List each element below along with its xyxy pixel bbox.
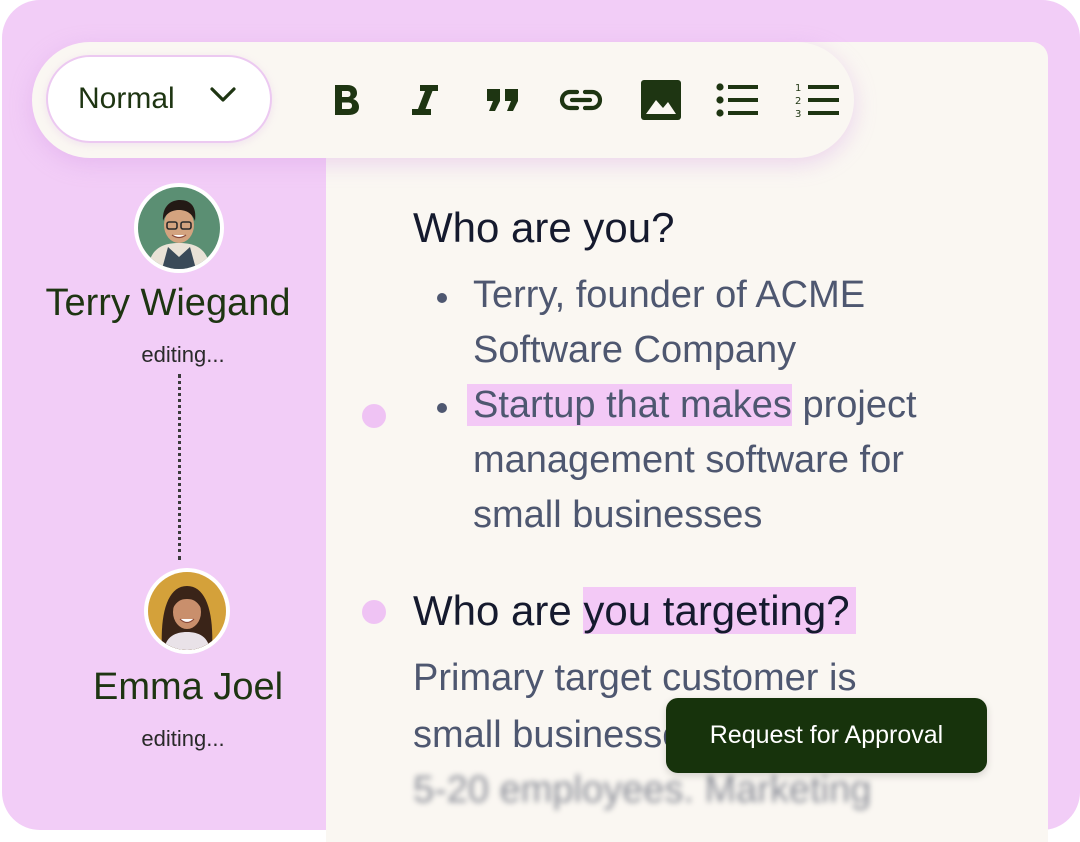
quote-icon — [486, 87, 520, 113]
collaborator-highlight: you targeting? — [583, 587, 856, 634]
bullet-line[interactable]: small businesses — [473, 488, 762, 543]
bullet-line[interactable]: management software for — [473, 433, 904, 488]
paragraph-line[interactable]: small businesses — [413, 708, 702, 763]
italic-button[interactable] — [400, 75, 450, 125]
bullet-text: project — [791, 384, 917, 426]
text-style-value: Normal — [78, 82, 175, 115]
section-heading[interactable]: Who are you? — [413, 204, 674, 252]
svg-text:1: 1 — [795, 83, 801, 94]
formatting-toolbar: Normal 1 2 3 — [32, 42, 854, 158]
svg-text:2: 2 — [795, 96, 801, 107]
link-icon — [559, 88, 603, 112]
bullet-marker — [437, 403, 447, 413]
bold-icon — [331, 83, 361, 117]
chevron-down-icon — [210, 87, 236, 108]
svg-text:3: 3 — [795, 109, 801, 118]
avatar-terry — [134, 183, 224, 273]
section-heading[interactable]: Who are you targeting? — [413, 587, 856, 635]
bullet-line[interactable]: Startup that makes project — [467, 378, 917, 433]
quote-button[interactable] — [478, 75, 528, 125]
italic-icon — [410, 83, 440, 117]
avatar-emma — [144, 568, 230, 654]
numbered-list-button[interactable]: 1 2 3 — [794, 75, 840, 125]
collaborator-cursor-marker — [362, 404, 386, 428]
collaborator-name: Emma Joel — [92, 666, 284, 708]
bulleted-list-button[interactable] — [714, 75, 760, 125]
collaborator-status: editing... — [141, 342, 225, 367]
text-style-select[interactable]: Normal — [46, 55, 272, 143]
numbered-list-icon: 1 2 3 — [795, 82, 839, 118]
bullet-line[interactable]: Software Company — [473, 323, 796, 378]
request-approval-button[interactable]: Request for Approval — [666, 698, 987, 773]
bold-button[interactable] — [321, 75, 371, 125]
bulleted-list-icon — [716, 83, 758, 117]
collaborator-name: Terry Wiegand — [45, 282, 291, 324]
image-icon — [641, 80, 681, 120]
bullet-line[interactable]: Terry, founder of ACME — [473, 268, 865, 323]
collaborator-status: editing... — [141, 726, 225, 751]
heading-text: Who are — [413, 587, 584, 634]
collaborator-cursor-marker — [362, 600, 386, 624]
link-button[interactable] — [556, 75, 606, 125]
bullet-marker — [437, 293, 447, 303]
collaborator-highlight: Startup that makes — [467, 384, 792, 426]
image-button[interactable] — [636, 75, 686, 125]
collaborator-connector — [178, 374, 181, 560]
